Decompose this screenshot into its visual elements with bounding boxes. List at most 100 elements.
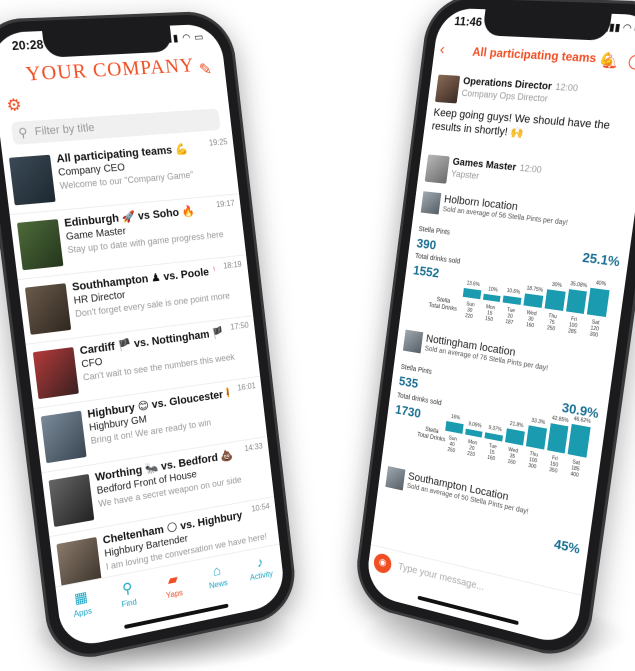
camera-icon[interactable]: ◉	[372, 551, 393, 575]
brand-logo: YOUR COMPANY	[24, 54, 196, 86]
home-icon: ⌂	[211, 561, 222, 579]
bar	[567, 423, 591, 458]
tab-apps[interactable]: ▦ Apps	[58, 579, 105, 631]
bar	[502, 295, 522, 305]
bar-total: 220	[466, 450, 476, 459]
notch	[42, 25, 173, 58]
bar	[565, 289, 588, 314]
bell-icon: ♪	[255, 553, 264, 571]
tab-label: News	[208, 578, 229, 591]
tab-label: Apps	[73, 606, 93, 619]
bar-total: 160	[486, 454, 496, 463]
conversation-time: 19:17	[215, 198, 236, 210]
conversation-thumbnail	[24, 283, 72, 335]
bar-total: 300	[527, 462, 537, 471]
bell-icon[interactable]: 🔔︎	[601, 53, 620, 71]
message-time: 12:00	[554, 81, 579, 94]
conversation-time: 17:50	[229, 320, 250, 332]
conversation-thumbnail	[8, 154, 56, 206]
tab-news[interactable]: ⌂ News	[196, 553, 240, 603]
bar	[544, 289, 566, 311]
message-text: Keep going guys! We should have the resu…	[431, 106, 611, 140]
bar-total: 250	[447, 446, 456, 455]
bar	[505, 428, 525, 446]
status-time: 11:46	[453, 14, 483, 30]
total-value: 1730	[394, 401, 422, 421]
bar	[523, 293, 544, 308]
search-icon: ⚲	[121, 579, 134, 597]
tab-label: Activity	[249, 569, 274, 583]
stella-value: 535	[398, 373, 420, 392]
conversation-thumbnail	[32, 347, 79, 400]
bar-total: 150	[484, 316, 494, 324]
conversation-time: 10:54	[251, 501, 271, 514]
tab-label: Find	[121, 597, 138, 610]
avatar	[424, 154, 450, 184]
back-chevron-icon[interactable]: ‹	[439, 41, 446, 59]
bar	[587, 287, 610, 318]
conversation-thumbnail	[48, 473, 95, 528]
bar-total: 400	[569, 471, 580, 479]
screen: 20:28 ▮▮▮ ◠ ▭ YOUR COMPANY ✎ ⚙ ⚲ Filter …	[0, 23, 287, 651]
stella-value: 390	[415, 235, 438, 253]
bar	[484, 432, 504, 442]
bar	[445, 420, 464, 434]
conversation-time: 18:19	[222, 259, 243, 271]
status-time: 20:28	[11, 37, 45, 54]
bar-total: 160	[525, 322, 535, 330]
location-card: Holborn location Sold an average of 56 S…	[406, 191, 627, 357]
chat-icon: ▰	[166, 570, 179, 588]
bar	[482, 293, 501, 303]
message-time: 12:00	[519, 162, 543, 175]
bar-total: 250	[546, 325, 556, 333]
avatar	[434, 74, 461, 104]
conversation-title: All participating teams 💪	[55, 143, 189, 166]
bar-total: 160	[507, 458, 516, 467]
tab-find[interactable]: ⚲ Find	[105, 570, 151, 622]
total-value: 1552	[412, 262, 440, 281]
conversation-sender: CFO	[80, 356, 104, 371]
brand-header: YOUR COMPANY ✎	[0, 53, 227, 102]
stella-percent: 25.1%	[581, 249, 621, 270]
tab-yaps[interactable]: ▰ Yaps	[151, 562, 196, 613]
message-input[interactable]: Type your message...	[398, 562, 485, 594]
chat-title[interactable]: All participating teams 💪	[472, 45, 616, 67]
conversation-time: 19:25	[208, 137, 229, 148]
phone-right: 11:46 ▮▮▮ ◠ ▭ ‹ All participating teams …	[352, 0, 635, 665]
bar-total: 220	[464, 313, 474, 321]
conversation-thumbnail	[16, 219, 64, 271]
search-icon: ⚲	[17, 125, 29, 141]
tab-label: Yaps	[165, 588, 184, 601]
conversation-thumbnail	[40, 410, 87, 464]
row-label: Total Drinks	[428, 302, 458, 313]
info-icon[interactable]: i	[627, 54, 635, 70]
bar-total: 187	[504, 319, 514, 327]
bar	[546, 423, 569, 454]
screen: 11:46 ▮▮▮ ◠ ▭ ‹ All participating teams …	[364, 7, 635, 648]
chat-header: ‹ All participating teams 💪 🔔︎ i	[432, 37, 635, 79]
conversation-preview: Can't wait to see the numbers this week	[82, 351, 236, 383]
daily-bar-chart: 13.6% Sun 30 220 10% Mon 15 150 10.6% Tue 20 187 18.…	[460, 264, 611, 340]
bar-total: 350	[548, 467, 558, 475]
bar-total: 300	[589, 331, 599, 339]
gear-icon[interactable]: ⚙	[5, 94, 23, 116]
bar-day-label: Sat 185 400	[563, 458, 588, 481]
location-thumbnail	[385, 466, 406, 491]
notch	[481, 9, 612, 41]
location-thumbnail	[420, 191, 442, 215]
stella-label: Stella Pints	[418, 226, 451, 237]
bar-column: 46.62% Sat 185 400	[563, 416, 591, 481]
bar	[462, 287, 482, 300]
location-thumbnail	[402, 329, 424, 354]
search-placeholder: Filter by title	[34, 121, 96, 139]
sender-role: Yapster	[450, 168, 480, 181]
compose-pencil-icon[interactable]: ✎	[198, 59, 213, 79]
tab-activity[interactable]: ♪ Activity	[239, 545, 282, 594]
conversation-time: 14:33	[244, 441, 264, 454]
stella-percent: 45%	[553, 536, 581, 557]
conversation-list: All participating teams 💪 Company CEO Welc…	[1, 133, 281, 601]
conversation-time: 16:01	[236, 381, 257, 393]
phone-left: 20:28 ▮▮▮ ◠ ▭ YOUR COMPANY ✎ ⚙ ⚲ Filter …	[0, 10, 300, 666]
bar	[464, 428, 483, 438]
bar-total: 285	[567, 328, 577, 336]
